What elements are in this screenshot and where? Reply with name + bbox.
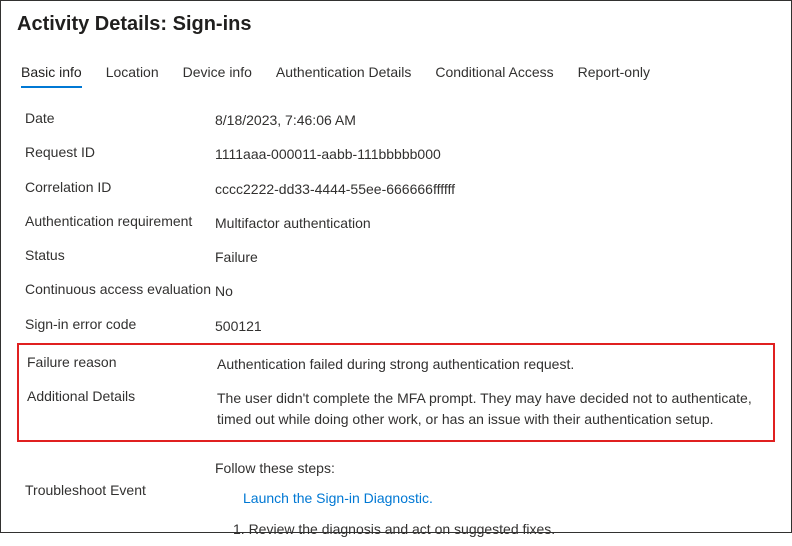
label-troubleshoot: Troubleshoot Event <box>25 458 215 498</box>
value-request-id: 1111aaa-000011-aabb-111bbbbb000 <box>215 144 775 164</box>
tab-conditional-access[interactable]: Conditional Access <box>435 64 553 88</box>
label-correlation-id: Correlation ID <box>25 179 215 195</box>
label-request-id: Request ID <box>25 144 215 160</box>
row-correlation-id: Correlation ID cccc2222-dd33-4444-55ee-6… <box>25 172 775 206</box>
value-status: Failure <box>215 247 775 267</box>
troubleshoot-intro: Follow these steps: <box>215 458 775 478</box>
basic-info-panel: Date 8/18/2023, 7:46:06 AM Request ID 11… <box>17 103 775 546</box>
label-status: Status <box>25 247 215 263</box>
highlighted-failure-section: Failure reason Authentication failed dur… <box>17 343 775 442</box>
row-continuous-access-eval: Continuous access evaluation No <box>25 274 775 308</box>
row-failure-reason: Failure reason Authentication failed dur… <box>27 347 773 381</box>
label-auth-requirement: Authentication requirement <box>25 213 215 229</box>
label-date: Date <box>25 110 215 126</box>
tab-basic-info[interactable]: Basic info <box>21 64 82 88</box>
row-request-id: Request ID 1111aaa-000011-aabb-111bbbbb0… <box>25 137 775 171</box>
tabs: Basic info Location Device info Authenti… <box>17 64 775 89</box>
label-continuous-access-eval: Continuous access evaluation <box>25 281 215 297</box>
row-status: Status Failure <box>25 240 775 274</box>
value-correlation-id: cccc2222-dd33-4444-55ee-666666ffffff <box>215 179 775 199</box>
launch-signin-diagnostic-link[interactable]: Launch the Sign-in Diagnostic. <box>215 488 775 508</box>
row-auth-requirement: Authentication requirement Multifactor a… <box>25 206 775 240</box>
value-troubleshoot: Follow these steps: Launch the Sign-in D… <box>215 458 775 539</box>
tab-location[interactable]: Location <box>106 64 159 88</box>
value-failure-reason: Authentication failed during strong auth… <box>217 354 773 374</box>
page-title: Activity Details: Sign-ins <box>17 13 775 36</box>
label-additional-details: Additional Details <box>27 388 217 404</box>
tab-device-info[interactable]: Device info <box>183 64 252 88</box>
value-date: 8/18/2023, 7:46:06 AM <box>215 110 775 130</box>
tab-report-only[interactable]: Report-only <box>578 64 650 88</box>
value-additional-details: The user didn't complete the MFA prompt.… <box>217 388 773 429</box>
row-additional-details: Additional Details The user didn't compl… <box>27 381 773 436</box>
tab-authentication-details[interactable]: Authentication Details <box>276 64 411 88</box>
value-signin-error-code: 500121 <box>215 316 775 336</box>
row-date: Date 8/18/2023, 7:46:06 AM <box>25 103 775 137</box>
troubleshoot-step-1: 1. Review the diagnosis and act on sugge… <box>215 519 775 539</box>
value-auth-requirement: Multifactor authentication <box>215 213 775 233</box>
row-troubleshoot: Troubleshoot Event Follow these steps: L… <box>25 442 775 546</box>
value-continuous-access-eval: No <box>215 281 775 301</box>
label-failure-reason: Failure reason <box>27 354 217 370</box>
label-signin-error-code: Sign-in error code <box>25 316 215 332</box>
row-signin-error-code: Sign-in error code 500121 <box>25 309 775 343</box>
